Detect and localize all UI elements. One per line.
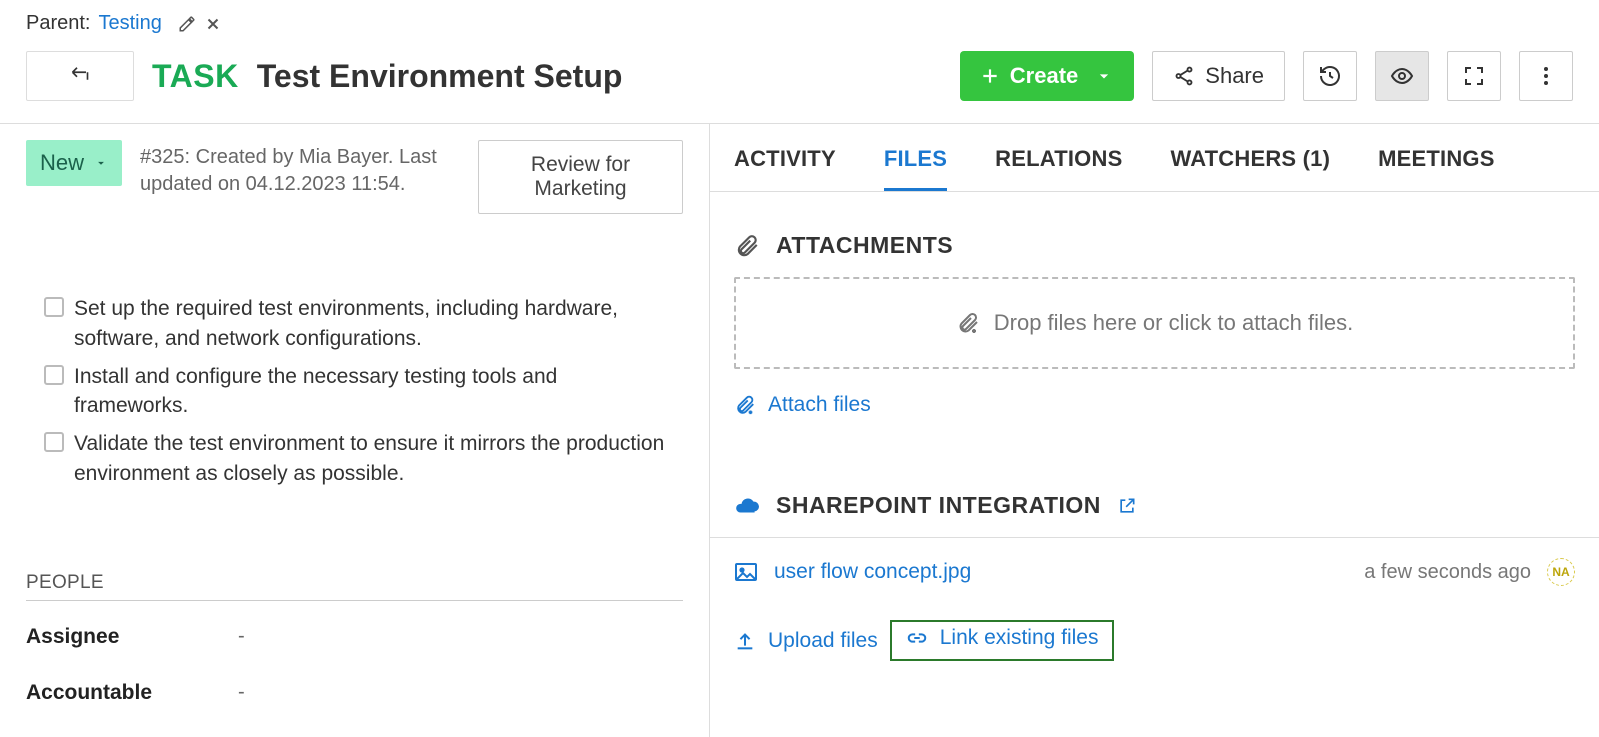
checklist-text: Install and configure the necessary test… [74,362,665,422]
checklist-text: Set up the required test environments, i… [74,294,665,354]
header: TASK Test Environment Setup Create Share [0,45,1599,123]
upload-files-label: Upload files [768,629,878,653]
tab-meetings[interactable]: MEETINGS [1378,146,1495,191]
create-button[interactable]: Create [960,51,1134,101]
upload-files-link[interactable]: Upload files [734,629,878,653]
checklist-text: Validate the test environment to ensure … [74,429,665,489]
assignee-field[interactable]: Assignee - [26,625,683,649]
tab-activity[interactable]: ACTIVITY [734,146,836,191]
attachment-dropzone[interactable]: Drop files here or click to attach files… [734,277,1575,369]
sharepoint-title: SHAREPOINT INTEGRATION [776,492,1101,519]
checkbox[interactable] [44,297,64,317]
people-section: PEOPLE Assignee - Accountable - [26,497,683,705]
image-file-icon [734,562,758,582]
create-button-label: Create [1010,63,1078,89]
meta-info: #325: Created by Mia Bayer. Last updated… [140,140,460,198]
status-label: New [40,150,84,176]
paperclip-icon [734,233,760,259]
checklist-item: Set up the required test environments, i… [44,294,665,354]
tab-watchers[interactable]: WATCHERS (1) [1170,146,1330,191]
field-label: Assignee [26,625,238,649]
open-storage-icon[interactable] [1117,496,1137,516]
field-label: Accountable [26,681,238,705]
dropzone-text: Drop files here or click to attach files… [994,310,1353,336]
more-menu-button[interactable] [1519,51,1573,101]
fullscreen-button[interactable] [1447,51,1501,101]
custom-action-button[interactable]: Review for Marketing [478,140,683,214]
status-row: New #325: Created by Mia Bayer. Last upd… [26,140,683,214]
accountable-field[interactable]: Accountable - [26,681,683,705]
field-value: - [238,625,245,648]
link-existing-files-link[interactable]: Link existing files [906,626,1099,650]
close-parent-icon[interactable] [204,15,222,33]
work-package-title[interactable]: Test Environment Setup [257,58,623,95]
tab-files[interactable]: FILES [884,146,947,191]
tab-relations[interactable]: RELATIONS [995,146,1122,191]
checkbox[interactable] [44,432,64,452]
checkbox[interactable] [44,365,64,385]
parent-label: Parent: [26,12,90,35]
parent-link[interactable]: Testing [98,12,161,35]
people-section-title: PEOPLE [26,572,683,601]
description-checklist: Set up the required test environments, i… [26,214,683,489]
field-value: - [238,681,245,704]
sharepoint-actions: Upload files Link existing files [710,602,1599,661]
share-button[interactable]: Share [1152,51,1285,101]
status-dropdown[interactable]: New [26,140,122,186]
attachments-title: ATTACHMENTS [776,232,953,259]
file-time: a few seconds ago [1364,561,1531,584]
checklist-item: Install and configure the necessary test… [44,362,665,422]
file-name[interactable]: user flow concept.jpg [774,560,971,584]
cloud-icon [734,493,760,519]
edit-parent-icon[interactable] [178,15,196,33]
sharepoint-section: SHAREPOINT INTEGRATION [710,422,1599,519]
link-existing-label: Link existing files [940,626,1099,650]
checklist-item: Validate the test environment to ensure … [44,429,665,489]
attachments-section: ATTACHMENTS Drop files here or click to … [710,192,1599,369]
tabs: ACTIVITY FILES RELATIONS WATCHERS (1) ME… [710,124,1599,192]
title-line: TASK Test Environment Setup [152,58,622,95]
main-content: New #325: Created by Mia Bayer. Last upd… [0,123,1599,737]
watch-button[interactable] [1375,51,1429,101]
left-pane: New #325: Created by Mia Bayer. Last upd… [0,124,710,737]
right-pane: ACTIVITY FILES RELATIONS WATCHERS (1) ME… [710,124,1599,737]
avatar: NA [1547,558,1575,586]
share-button-label: Share [1205,63,1264,89]
back-button[interactable] [26,51,134,101]
activity-history-button[interactable] [1303,51,1357,101]
work-package-type: TASK [152,58,239,95]
attach-files-link[interactable]: Attach files [734,393,871,417]
attach-files-label: Attach files [768,393,871,417]
parent-breadcrumb: Parent: Testing [0,0,1599,45]
file-row: user flow concept.jpg a few seconds ago … [710,537,1599,602]
